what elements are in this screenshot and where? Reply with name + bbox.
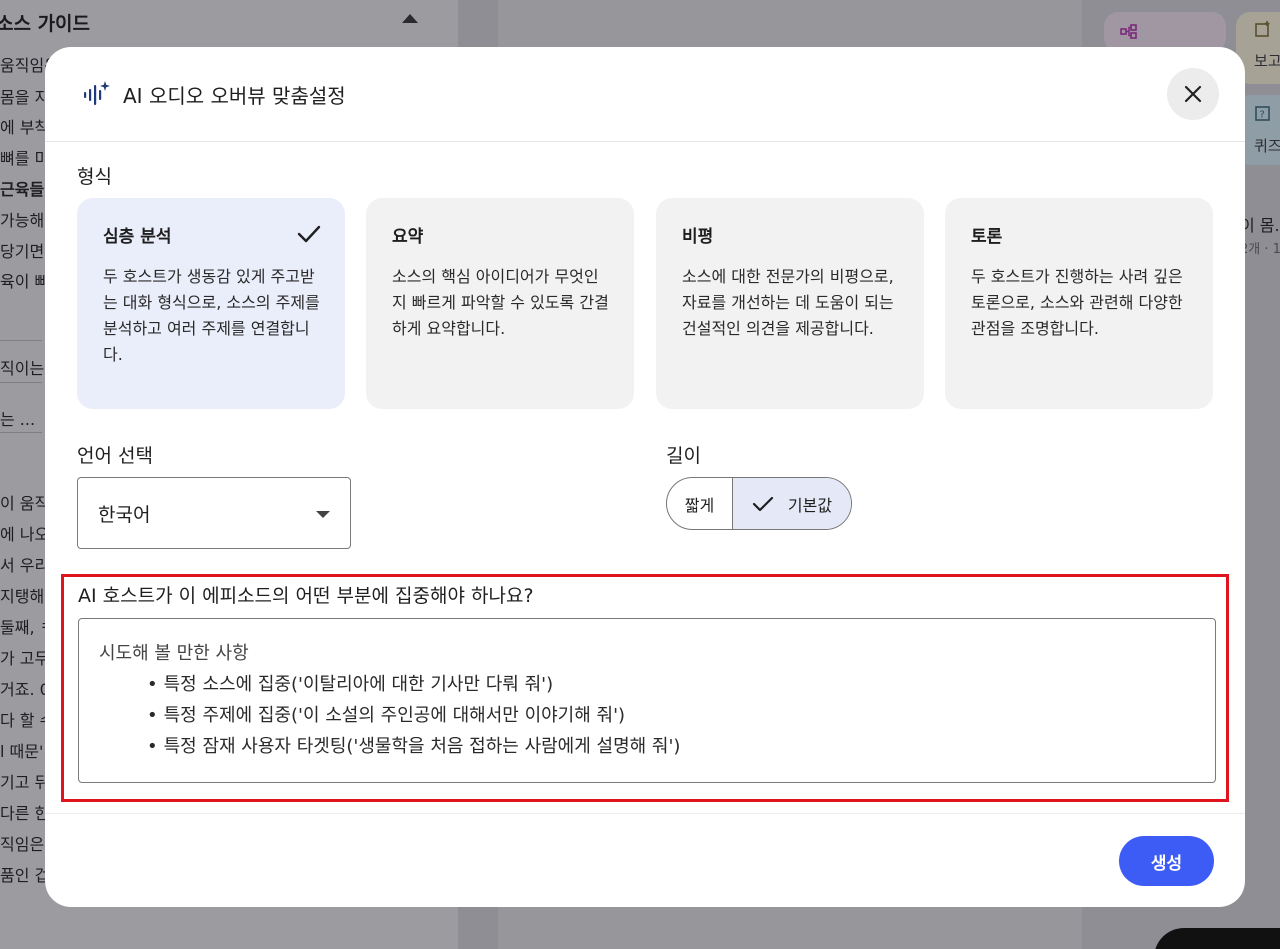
format-card-description: 소스에 대한 전문가의 비평으로, 자료를 개선하는 데 도움이 되는 건설적인…: [682, 267, 894, 338]
format-card-title: 비평: [682, 227, 714, 247]
format-card-summary[interactable]: 요약 소스의 핵심 아이디어가 무엇인지 빠르게 파악할 수 있도록 간결하게 …: [366, 198, 634, 409]
language-select[interactable]: 한국어: [77, 477, 351, 549]
chat-text-line: 이 움직: [0, 494, 50, 513]
quiz-icon: ?: [1255, 106, 1270, 121]
generate-button[interactable]: 생성: [1119, 836, 1214, 886]
format-card-title: 요약: [392, 227, 424, 247]
format-card-title: 토론: [971, 227, 1003, 247]
chat-text-line: 에 나오: [0, 525, 50, 544]
chat-text-line: l 때문': [0, 742, 44, 761]
audio-sparkle-icon: [84, 81, 110, 105]
placeholder-item: 특정 주제에 집중('이 소설의 주인공에 대해서만 이야기해 줘'): [147, 700, 1195, 731]
guide-text-line: 가능해: [0, 211, 45, 230]
dropdown-arrow-icon: [316, 511, 330, 518]
audio-overview-customize-dialog: AI 오디오 오버뷰 맞춤설정 형식 심층 분석 두 호스트가 생동감 있게 주…: [45, 47, 1245, 907]
length-short-option[interactable]: 짧게: [667, 478, 733, 529]
focus-textarea[interactable]: 시도해 볼 만한 사항 특정 소스에 집중('이탈리아에 대한 기사만 다뤄 줘…: [78, 618, 1216, 783]
chat-text-line: 다른 한: [0, 804, 50, 823]
placeholder-list: 특정 소스에 집중('이탈리아에 대한 기사만 다뤄 줘') 특정 주제에 집중…: [147, 669, 1195, 762]
source-guide-header: 소스 가이드: [0, 0, 458, 44]
close-icon: [1184, 85, 1202, 103]
language-value: 한국어: [98, 503, 151, 526]
floating-pill: [1154, 928, 1280, 949]
format-card-description: 두 호스트가 생동감 있게 주고받는 대화 형식으로, 소스의 주제를 분석하고…: [103, 267, 320, 364]
length-default-label: 기본값: [787, 495, 833, 515]
guide-text-line: 뼈를 미: [0, 149, 50, 168]
guide-text-line: 육이 빠: [0, 272, 50, 291]
guide-text-line: 당기면: [0, 242, 45, 261]
source-guide-title: 소스 가이드: [0, 12, 91, 35]
length-short-label: 짧게: [684, 495, 715, 515]
checkmark-icon: [297, 225, 321, 243]
focus-question: AI 호스트가 이 에피소드의 어떤 부분에 집중해야 하나요?: [78, 585, 534, 607]
divider: [0, 382, 42, 383]
chat-text-line: 거죠. 0: [0, 680, 50, 699]
focus-prompt-highlight: AI 호스트가 이 에피소드의 어떤 부분에 집중해야 하나요? 시도해 볼 만…: [61, 574, 1229, 802]
collapse-caret-icon: [402, 14, 418, 23]
placeholder-item: 특정 소스에 집중('이탈리아에 대한 기사만 다뤄 줘'): [147, 669, 1195, 700]
divider: [0, 432, 42, 433]
generate-label: 생성: [1150, 853, 1183, 874]
svg-text:?: ?: [1260, 110, 1265, 121]
report-label: 보고: [1254, 52, 1280, 70]
guide-text-line: 에 부착: [0, 118, 50, 137]
chat-text-line: 직임은: [0, 835, 45, 854]
placeholder-heading: 시도해 볼 만한 사항: [99, 643, 249, 664]
language-label: 언어 선택: [77, 445, 153, 467]
format-card-description: 두 호스트가 진행하는 사려 깊은 토론으로, 소스와 관련해 다양한 관점을 …: [971, 267, 1183, 338]
footer-divider: [45, 813, 1245, 814]
mindmap-button[interactable]: [1104, 12, 1226, 52]
audio-item-title: 이 몸.: [1240, 216, 1280, 235]
chat-text-line: 기고 뒤: [0, 773, 50, 792]
question-item[interactable]: 는 ...: [0, 406, 35, 430]
chat-text-line: 품인 겁: [0, 866, 50, 885]
chat-text-line: 서 우리: [0, 556, 50, 575]
length-default-option[interactable]: 기본값: [733, 478, 851, 529]
close-button[interactable]: [1167, 68, 1219, 120]
chat-text-line: 지탱해: [0, 587, 45, 606]
length-segmented-control: 짧게 기본값: [666, 477, 852, 530]
format-card-critique[interactable]: 비평 소스에 대한 전문가의 비평으로, 자료를 개선하는 데 도움이 되는 건…: [656, 198, 924, 409]
length-label: 길이: [666, 445, 701, 467]
quiz-label: 퀴즈: [1254, 137, 1280, 155]
guide-text-line: 근육들: [0, 180, 45, 199]
chat-text-line: 가 고무: [0, 649, 50, 668]
dialog-header: AI 오디오 오버뷰 맞춤설정: [45, 47, 1245, 142]
format-card-deep-dive[interactable]: 심층 분석 두 호스트가 생동감 있게 주고받는 대화 형식으로, 소스의 주제…: [77, 198, 345, 409]
format-label: 형식: [77, 166, 112, 188]
mindmap-icon: [1120, 24, 1137, 39]
checkmark-icon: [752, 496, 774, 511]
dialog-title: AI 오디오 오버뷰 맞춤설정: [123, 84, 346, 108]
format-card-debate[interactable]: 토론 두 호스트가 진행하는 사려 깊은 토론으로, 소스와 관련해 다양한 관…: [945, 198, 1213, 409]
guide-text-line: 몸을 지: [0, 88, 50, 107]
audio-item-meta: 2개 · 1: [1240, 242, 1280, 257]
format-card-title: 심층 분석: [103, 227, 172, 247]
placeholder-item: 특정 잠재 사용자 타겟팅('생물학을 처음 접하는 사람에게 설명해 줘'): [147, 731, 1195, 762]
format-card-description: 소스의 핵심 아이디어가 무엇인지 빠르게 파악할 수 있도록 간결하게 요약합…: [392, 267, 609, 338]
report-icon: [1255, 21, 1270, 37]
divider: [0, 340, 42, 341]
